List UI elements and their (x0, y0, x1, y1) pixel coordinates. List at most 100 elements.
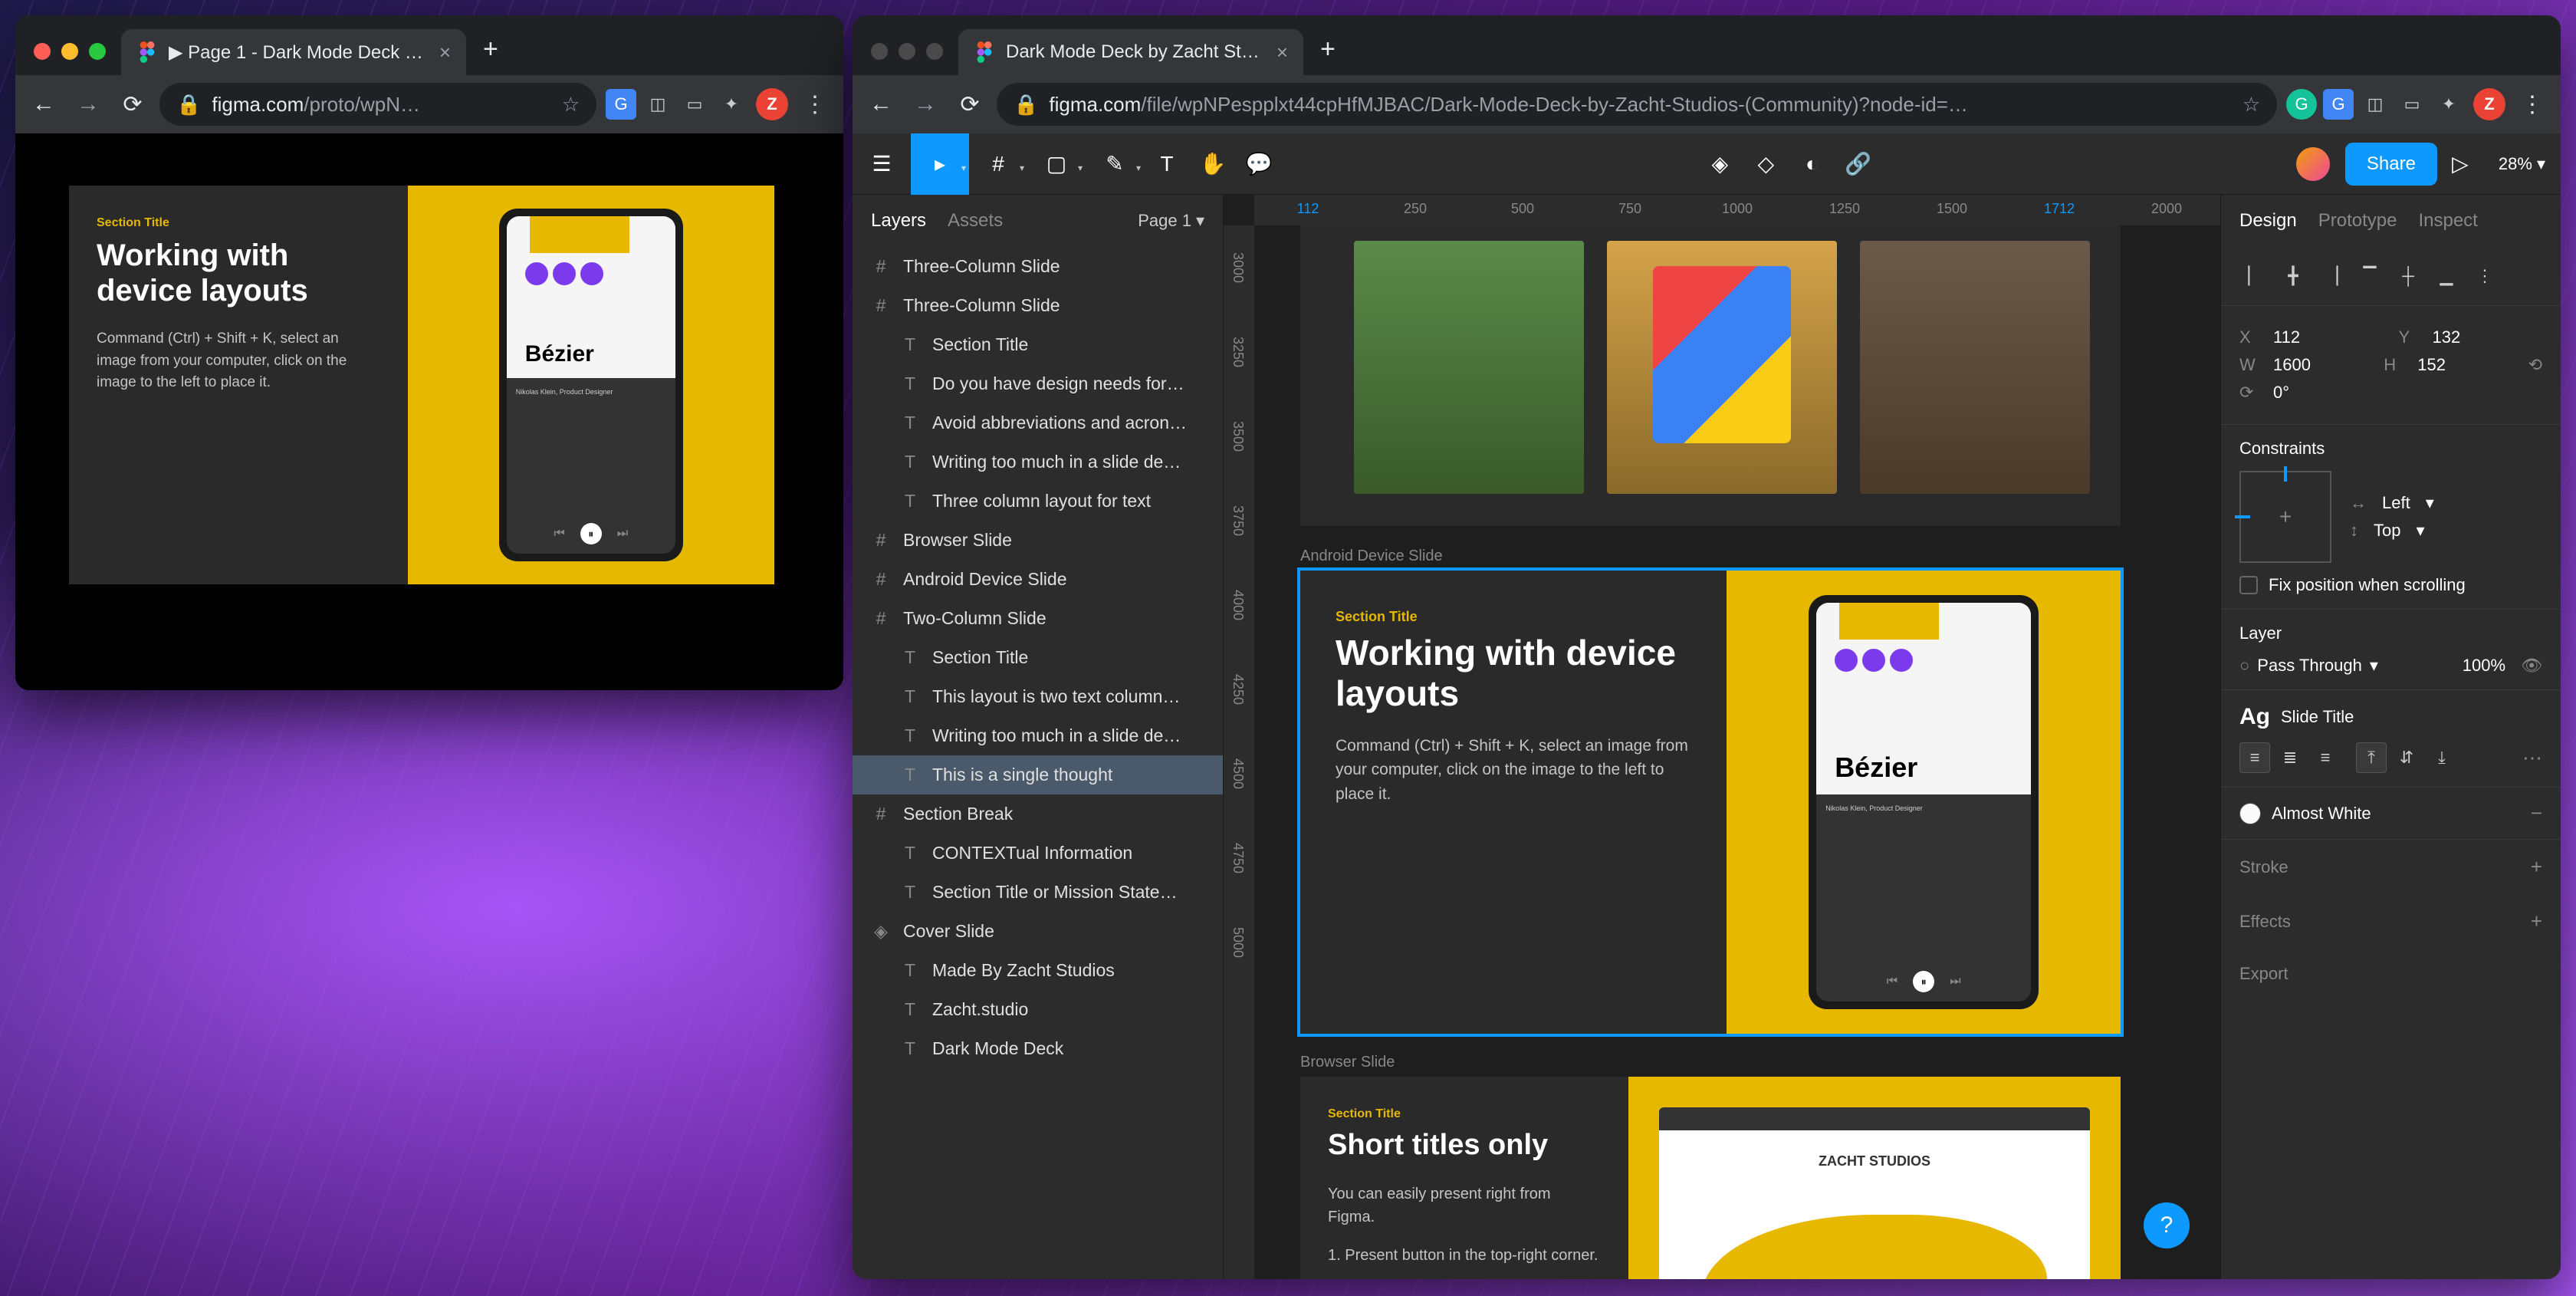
align-hcenter-icon[interactable]: ╋ (2278, 261, 2308, 291)
opacity-input[interactable]: 100% (2463, 656, 2505, 676)
link-icon[interactable]: 🔗 (1835, 133, 1881, 195)
reload-button[interactable]: ⟳ (952, 87, 987, 122)
shape-tool[interactable]: ▢▾ (1027, 133, 1086, 195)
design-tab[interactable]: Design (2239, 210, 2297, 232)
url-input[interactable]: 🔒 figma.com/proto/wpN… ☆ (159, 83, 596, 126)
layer-row[interactable]: #Section Break (853, 794, 1223, 834)
fill-name[interactable]: Almost White (2272, 804, 2371, 824)
chrome-menu-button[interactable]: ⋮ (2515, 91, 2550, 118)
layer-row[interactable]: TThis layout is two text column… (853, 677, 1223, 716)
align-left-icon[interactable]: ▏ (2239, 261, 2270, 291)
w-input[interactable]: 1600 (2273, 355, 2368, 375)
layer-row[interactable]: TSection Title (853, 638, 1223, 677)
checkbox-icon[interactable] (2239, 576, 2258, 594)
close-window-icon[interactable] (34, 43, 51, 60)
remove-fill-icon[interactable]: − (2531, 801, 2542, 825)
visibility-icon[interactable]: 👁 (2521, 656, 2542, 676)
canvas[interactable]: 11225050075010001250150017122000 3000325… (1224, 195, 2220, 1279)
profile-avatar[interactable]: Z (2473, 88, 2505, 120)
window-controls[interactable] (28, 43, 118, 75)
browser-tab[interactable]: Dark Mode Deck by Zacht Stud… × (958, 29, 1303, 75)
distribute-icon[interactable]: ⋮ (2469, 261, 2500, 291)
share-button[interactable]: Share (2345, 143, 2437, 186)
align-right-icon[interactable]: ▕ (2316, 261, 2347, 291)
fix-position-checkbox[interactable]: Fix position when scrolling (2239, 575, 2542, 595)
comment-tool[interactable]: 💬 (1236, 133, 1282, 195)
effects-section[interactable]: Effects+ (2221, 894, 2561, 949)
text-valign-middle-icon[interactable]: ⇵ (2391, 742, 2422, 773)
canvas-viewport[interactable]: Android Device Slide Section Title Worki… (1254, 225, 2220, 1279)
rotation-input[interactable]: 0° (2273, 383, 2542, 403)
inspect-tab[interactable]: Inspect (2418, 210, 2477, 232)
profile-avatar[interactable]: Z (756, 88, 788, 120)
new-tab-button[interactable]: + (469, 35, 512, 75)
layer-row[interactable]: TMade By Zacht Studios (853, 951, 1223, 990)
constraint-widget[interactable] (2239, 471, 2331, 563)
layer-row[interactable]: #Three-Column Slide (853, 247, 1223, 286)
star-icon[interactable]: ☆ (562, 93, 580, 117)
y-input[interactable]: 132 (2433, 327, 2543, 347)
text-align-left-icon[interactable]: ≡ (2239, 742, 2270, 773)
layers-list[interactable]: #Three-Column Slide#Three-Column SlideTS… (853, 247, 1223, 1279)
text-more-icon[interactable]: ⋯ (2522, 746, 2542, 770)
maximize-window-icon[interactable] (89, 43, 106, 60)
frame-tool[interactable]: #▾ (969, 133, 1027, 195)
layer-row[interactable]: TWriting too much in a slide de… (853, 442, 1223, 482)
layer-row[interactable]: TThree column layout for text (853, 482, 1223, 521)
extensions-menu-icon[interactable]: ✦ (2433, 89, 2464, 120)
text-valign-top-icon[interactable]: ⤒ (2356, 742, 2387, 773)
help-button[interactable]: ? (2144, 1202, 2190, 1248)
page-selector[interactable]: Page 1 ▾ (1138, 211, 1204, 231)
minimize-window-icon[interactable] (61, 43, 78, 60)
forward-button[interactable]: → (71, 87, 106, 122)
close-window-icon[interactable] (871, 43, 888, 60)
extension-2-icon[interactable]: ◫ (642, 89, 673, 120)
layer-row[interactable]: TCONTEXTual Information (853, 834, 1223, 873)
back-button[interactable]: ← (26, 87, 61, 122)
layer-row[interactable]: TAvoid abbreviations and acron… (853, 403, 1223, 442)
present-button[interactable]: ▷ (2437, 133, 2483, 195)
chrome-menu-button[interactable]: ⋮ (797, 91, 833, 118)
layer-row[interactable]: TWriting too much in a slide de… (853, 716, 1223, 755)
prototype-tab[interactable]: Prototype (2318, 210, 2397, 232)
layer-row[interactable]: TDo you have design needs for… (853, 364, 1223, 403)
three-column-slide-frame[interactable] (1300, 225, 2121, 526)
text-align-center-icon[interactable]: ≣ (2275, 742, 2305, 773)
layer-row[interactable]: TZacht.studio (853, 990, 1223, 1029)
layer-row[interactable]: #Android Device Slide (853, 560, 1223, 599)
text-tool[interactable]: T (1144, 133, 1190, 195)
align-tool-icon[interactable]: ◈ (1697, 133, 1743, 195)
x-input[interactable]: 112 (2273, 327, 2384, 347)
extension-3-icon[interactable]: ◫ (2360, 89, 2390, 120)
layer-row[interactable]: #Two-Column Slide (853, 599, 1223, 638)
minimize-window-icon[interactable] (899, 43, 915, 60)
layer-row[interactable]: TThis is a single thought (853, 755, 1223, 794)
android-device-slide-frame[interactable]: Section Title Working with device layout… (1300, 571, 2121, 1034)
layer-row[interactable]: TSection Title (853, 325, 1223, 364)
main-menu-button[interactable]: ☰ (853, 133, 911, 195)
export-section[interactable]: Export (2221, 949, 2561, 999)
layer-row[interactable]: TSection Title or Mission State… (853, 873, 1223, 912)
layer-row[interactable]: #Browser Slide (853, 521, 1223, 560)
url-input[interactable]: 🔒 figma.com/file/wpNPespplxt44cpHfMJBAC/… (997, 83, 2277, 126)
extension-4-icon[interactable]: ▭ (2397, 89, 2427, 120)
translate-extension-icon[interactable]: G (606, 89, 636, 120)
add-effect-icon[interactable]: + (2531, 910, 2542, 933)
new-tab-button[interactable]: + (1306, 35, 1349, 75)
text-align-right-icon[interactable]: ≡ (2310, 742, 2341, 773)
reload-button[interactable]: ⟳ (115, 87, 150, 122)
extensions-menu-icon[interactable]: ✦ (716, 89, 747, 120)
close-tab-icon[interactable]: × (1276, 41, 1288, 64)
zoom-control[interactable]: 28% ▾ (2483, 154, 2561, 174)
layer-row[interactable]: ◈Cover Slide (853, 912, 1223, 951)
window-controls[interactable] (865, 43, 955, 75)
mask-icon[interactable]: ◐ (1789, 133, 1835, 195)
extension-3-icon[interactable]: ▭ (679, 89, 710, 120)
constraint-h-select[interactable]: Left (2382, 493, 2410, 513)
back-button[interactable]: ← (863, 87, 899, 122)
constraint-v-select[interactable]: Top (2374, 521, 2400, 541)
assets-tab[interactable]: Assets (948, 210, 1003, 232)
maximize-window-icon[interactable] (926, 43, 943, 60)
blend-mode-select[interactable]: Pass Through (2257, 656, 2362, 676)
star-icon[interactable]: ☆ (2242, 93, 2260, 117)
